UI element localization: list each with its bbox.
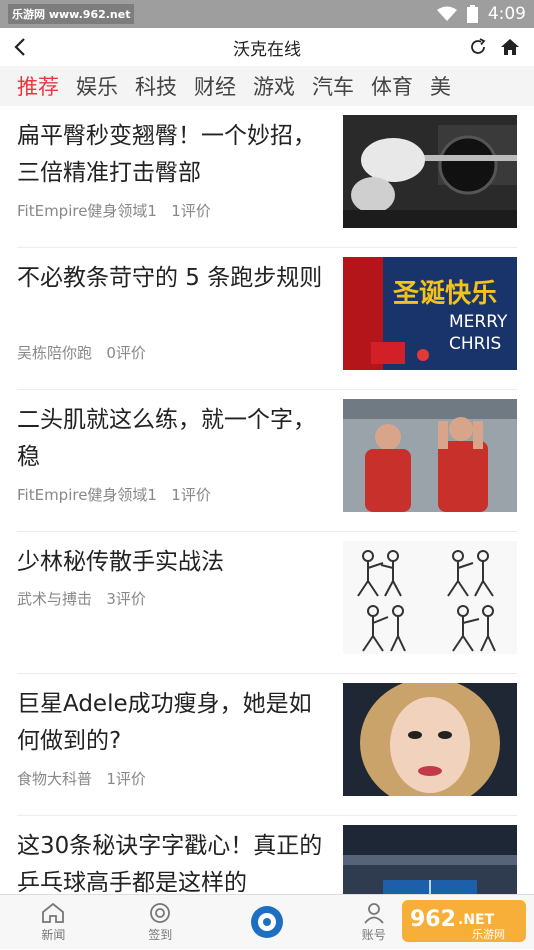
tab-games[interactable]: 游戏 [253,71,295,101]
status-site-label: 乐游网 www.962.net [8,4,135,24]
article-title[interactable]: 这30条秘诀字字戳心！真正的乒乓球高手都是这样的 [17,828,327,894]
site-watermark: 962 .NET 乐游网 [402,898,526,944]
nav-news[interactable]: 新闻 [0,895,107,950]
article-title[interactable]: 扁平臀秒变翘臀！一个妙招，三倍精准打击臀部 [17,118,327,192]
article-meta: FitEmpire健身领域1 1评价 [17,200,211,221]
article-source: 食物大科普 [17,770,93,788]
battery-icon [466,5,478,23]
watermark-logo: 962 [410,907,456,932]
refresh-icon[interactable] [468,37,488,57]
nav-checkin[interactable]: 签到 [107,895,214,950]
christmas-en-text-1: MERRY [449,312,508,332]
article-source: FitEmpire健身领域1 [17,486,157,504]
article-meta: 食物大科普 1评价 [17,768,146,789]
nav-checkin-label: 签到 [148,928,173,942]
tab-more[interactable]: 美 [430,71,451,101]
article-title[interactable]: 不必教条苛守的 5 条跑步规则 [17,260,327,297]
tab-cars[interactable]: 汽车 [312,71,354,101]
tab-recommend[interactable]: 推荐 [17,71,59,101]
app-logo-icon [250,905,283,938]
article-thumbnail[interactable] [343,541,517,654]
article-title[interactable]: 少林秘传散手实战法 [17,544,327,581]
back-arrow-icon[interactable] [10,36,32,58]
category-tabs: 推荐 娱乐 科技 财经 游戏 汽车 体育 美 [0,66,534,106]
article-comments: 1评价 [171,202,211,220]
article-item[interactable]: 不必教条苛守的 5 条跑步规则 吴栋陪你跑 0评价 圣诞快乐 MERRY CHR… [17,248,517,390]
article-thumbnail[interactable] [343,399,517,512]
christmas-cn-text: 圣诞快乐 [393,279,497,309]
wifi-icon [436,6,457,21]
tab-sports[interactable]: 体育 [371,71,413,101]
news-icon [42,902,65,923]
watermark-sub: 乐游网 [472,928,505,941]
page-title: 沃克在线 [233,39,301,60]
article-thumbnail[interactable] [343,115,517,228]
status-bar: 乐游网 www.962.net 4:09 [0,0,534,28]
title-bar: 沃克在线 [0,28,534,66]
christmas-en-text-2: CHRIS [449,334,501,354]
article-source: 吴栋陪你跑 [17,344,93,362]
article-item[interactable]: 这30条秘诀字字戳心！真正的乒乓球高手都是这样的 [17,816,517,894]
tab-tech[interactable]: 科技 [135,71,177,101]
nav-account-label: 账号 [361,928,386,942]
article-title[interactable]: 巨星Adele成功瘦身，她是如何做到的? [17,686,327,760]
article-meta: 吴栋陪你跑 0评价 [17,342,146,363]
tab-finance[interactable]: 财经 [194,71,236,101]
tab-entertainment[interactable]: 娱乐 [76,71,118,101]
article-item[interactable]: 扁平臀秒变翘臀！一个妙招，三倍精准打击臀部 FitEmpire健身领域1 1评价 [17,106,517,248]
article-meta: FitEmpire健身领域1 1评价 [17,484,211,505]
article-comments: 1评价 [171,486,211,504]
article-title[interactable]: 二头肌就这么练，就一个字，稳 [17,402,327,476]
article-item[interactable]: 少林秘传散手实战法 武术与搏击 3评价 [17,532,517,674]
nav-news-label: 新闻 [41,928,66,942]
account-icon [364,903,384,924]
article-comments: 1评价 [106,770,146,788]
article-thumbnail[interactable] [343,825,517,894]
checkin-icon [150,903,171,923]
article-comments: 0评价 [106,344,146,362]
article-comments: 3评价 [106,590,146,608]
article-source: FitEmpire健身领域1 [17,202,157,220]
article-item[interactable]: 巨星Adele成功瘦身，她是如何做到的? 食物大科普 1评价 [17,674,517,816]
watermark-suffix: .NET [458,912,495,928]
article-list: 扁平臀秒变翘臀！一个妙招，三倍精准打击臀部 FitEmpire健身领域1 1评价… [0,106,534,894]
article-thumbnail[interactable] [343,683,517,796]
status-time: 4:09 [487,4,526,24]
article-thumbnail[interactable]: 圣诞快乐 MERRY CHRIS [343,257,517,370]
article-meta: 武术与搏击 3评价 [17,588,146,609]
home-icon[interactable] [500,37,520,57]
article-item[interactable]: 二头肌就这么练，就一个字，稳 FitEmpire健身领域1 1评价 [17,390,517,532]
article-source: 武术与搏击 [17,590,93,608]
nav-center[interactable] [214,895,321,950]
